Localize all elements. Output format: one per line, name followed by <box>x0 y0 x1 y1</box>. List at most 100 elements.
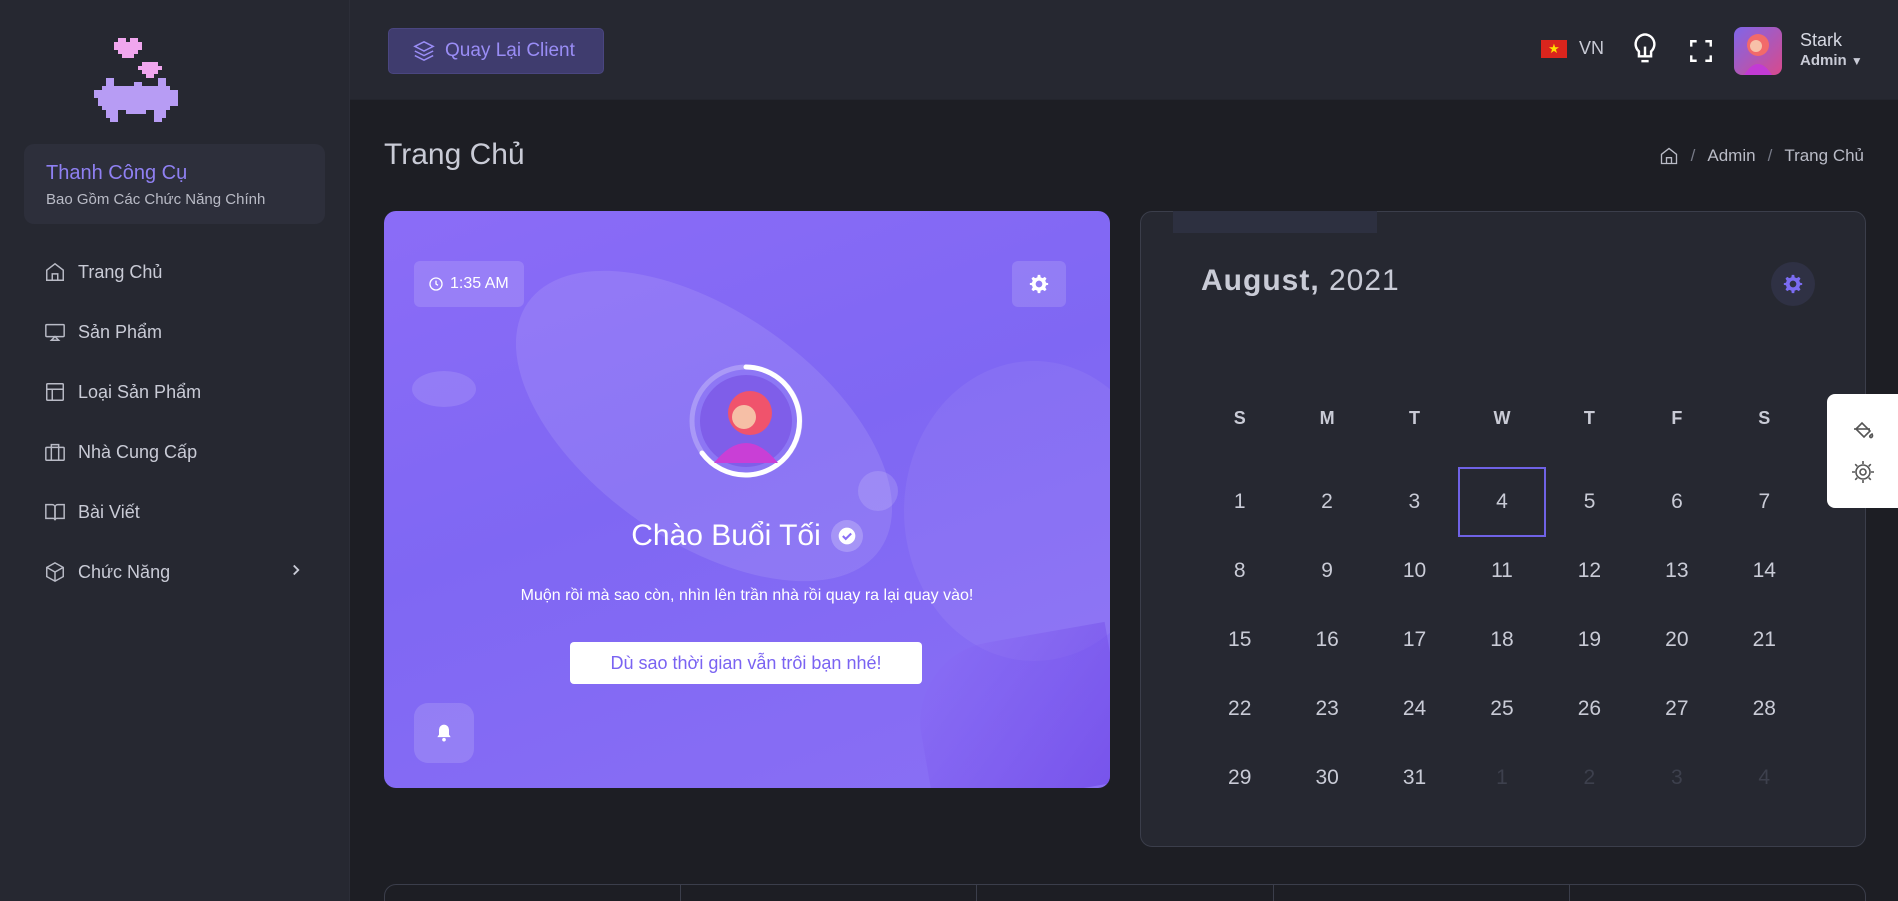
calendar-day-today[interactable]: 4 <box>1457 466 1546 537</box>
calendar-day[interactable]: 6 <box>1633 467 1720 536</box>
calendar-tab-strip <box>1173 211 1377 233</box>
calendar-day[interactable]: 7 <box>1721 467 1808 536</box>
sidebar-item-nha-cung-cap[interactable]: Nhà Cung Cấp <box>0 422 349 482</box>
breadcrumb-separator: / <box>1767 146 1773 165</box>
calendar-day[interactable]: 11 <box>1458 536 1545 605</box>
calendar-month-year: August, 2021 <box>1201 264 1400 298</box>
calendar-day[interactable]: 17 <box>1371 605 1458 674</box>
calendar-day[interactable]: 15 <box>1196 605 1283 674</box>
motivation-button[interactable]: Dù sao thời gian vẫn trôi bạn nhé! <box>570 642 922 684</box>
calendar-day[interactable]: 26 <box>1546 674 1633 743</box>
calendar-day[interactable]: 29 <box>1196 743 1283 812</box>
chevron-down-icon: ▼ <box>1850 54 1863 68</box>
calendar-day[interactable]: 2 <box>1283 467 1370 536</box>
weekday-label: F <box>1671 407 1683 428</box>
sidebar-item-san-pham[interactable]: Sản Phẩm <box>0 302 349 362</box>
sidebar-item-label: Loại Sản Phẩm <box>78 381 202 402</box>
calendar-day[interactable]: 22 <box>1196 674 1283 743</box>
stat-card <box>385 885 682 901</box>
time-badge: 1:35 AM <box>414 261 524 307</box>
calendar-day[interactable]: 9 <box>1283 536 1370 605</box>
toolbox-subtitle: Bao Gồm Các Chức Năng Chính <box>46 191 266 208</box>
home-icon[interactable] <box>1659 146 1679 166</box>
sidebar-item-trang-chu[interactable]: Trang Chủ <box>0 242 349 302</box>
calendar-day[interactable]: 19 <box>1546 605 1633 674</box>
stat-card <box>1570 885 1865 901</box>
calendar-weekday-row: S M T W T F S <box>1196 397 1808 439</box>
calendar-day[interactable]: 16 <box>1283 605 1370 674</box>
book-open-icon <box>45 503 65 521</box>
calendar-week-row: 8 9 10 11 12 13 14 <box>1196 536 1808 605</box>
calendar-day[interactable]: 31 <box>1371 743 1458 812</box>
lightbulb-icon[interactable] <box>1630 32 1660 66</box>
gear-icon <box>1029 274 1049 294</box>
calendar-year: 2021 <box>1329 264 1400 297</box>
calendar-day[interactable]: 14 <box>1721 536 1808 605</box>
calendar-week-row: 1 2 3 4 5 6 7 <box>1196 466 1808 537</box>
breadcrumb-item-admin[interactable]: Admin <box>1707 146 1755 166</box>
gear-icon[interactable] <box>1851 460 1875 484</box>
language-switcher[interactable]: ★ VN <box>1541 38 1604 59</box>
sidebar-item-bai-viet[interactable]: Bài Viết <box>0 482 349 542</box>
back-to-client-label: Quay Lại Client <box>445 40 575 61</box>
weekday-label: T <box>1409 407 1421 428</box>
monitor-icon <box>45 323 65 341</box>
weekday-label: S <box>1758 407 1771 428</box>
decorative-blob <box>858 471 898 511</box>
card-settings-button[interactable] <box>1012 261 1066 307</box>
calendar-day[interactable]: 21 <box>1721 605 1808 674</box>
box-icon <box>46 561 64 583</box>
calendar-day[interactable]: 24 <box>1371 674 1458 743</box>
stat-card <box>681 885 978 901</box>
calendar-day[interactable]: 10 <box>1371 536 1458 605</box>
calendar-day[interactable]: 3 <box>1371 467 1458 536</box>
calendar-day-next-month[interactable]: 2 <box>1546 743 1633 812</box>
topbar: Quay Lại Client ★ VN Stark Admin ▼ <box>350 0 1898 100</box>
calendar-settings-button[interactable] <box>1771 262 1815 306</box>
calendar-day[interactable]: 23 <box>1283 674 1370 743</box>
calendar-month: August, <box>1201 264 1320 297</box>
calendar-day[interactable]: 28 <box>1721 674 1808 743</box>
calendar-day[interactable]: 27 <box>1633 674 1720 743</box>
calendar-day[interactable]: 5 <box>1546 467 1633 536</box>
fullscreen-icon[interactable] <box>1688 38 1714 64</box>
user-avatar[interactable] <box>1734 27 1782 75</box>
briefcase-icon <box>45 443 65 461</box>
stat-card <box>1274 885 1570 901</box>
home-icon <box>46 262 64 281</box>
sidebar-item-chuc-nang[interactable]: Chức Năng <box>0 542 349 602</box>
stats-cards-row <box>384 884 1866 901</box>
chevron-right-icon <box>287 561 305 584</box>
calendar-card: August, 2021 S M T W T F S 1 2 3 4 5 6 7… <box>1140 211 1866 847</box>
calendar-day[interactable]: 12 <box>1546 536 1633 605</box>
calendar-day[interactable]: 1 <box>1196 467 1283 536</box>
calendar-day[interactable]: 30 <box>1283 743 1370 812</box>
calendar-day[interactable]: 13 <box>1633 536 1720 605</box>
breadcrumb: / Admin / Trang Chủ <box>1659 146 1864 166</box>
bell-icon <box>437 724 451 742</box>
back-to-client-button[interactable]: Quay Lại Client <box>388 28 604 74</box>
sidebar-item-label: Sản Phẩm <box>78 321 163 342</box>
toolbox-title: Thanh Công Cụ <box>46 162 188 184</box>
page-title: Trang Chủ <box>384 138 525 171</box>
pixel-heart-logo-icon[interactable] <box>90 36 186 136</box>
paint-bucket-icon[interactable] <box>1851 418 1875 442</box>
calendar-grid: S M T W T F S 1 2 3 4 5 6 7 8 9 10 11 12… <box>1196 397 1808 812</box>
calendar-day[interactable]: 20 <box>1633 605 1720 674</box>
sidebar-item-loai-san-pham[interactable]: Loại Sản Phẩm <box>0 362 349 422</box>
stat-card <box>977 885 1274 901</box>
notification-button[interactable] <box>414 703 474 763</box>
gear-icon <box>1783 274 1803 294</box>
calendar-day-next-month[interactable]: 3 <box>1633 743 1720 812</box>
greeting-heading: Chào Buổi Tối <box>384 519 1110 553</box>
layout-icon <box>46 383 64 401</box>
decorative-ribbon <box>907 621 1110 788</box>
toolbox-panel: Thanh Công Cụ Bao Gồm Các Chức Năng Chín… <box>24 144 325 224</box>
calendar-day-next-month[interactable]: 1 <box>1458 743 1545 812</box>
sidebar-item-label: Nhà Cung Cấp <box>78 441 198 462</box>
calendar-day[interactable]: 25 <box>1458 674 1545 743</box>
calendar-day-next-month[interactable]: 4 <box>1721 743 1808 812</box>
calendar-day[interactable]: 8 <box>1196 536 1283 605</box>
calendar-day[interactable]: 18 <box>1458 605 1545 674</box>
user-role-dropdown[interactable]: Admin ▼ <box>1800 52 1863 69</box>
